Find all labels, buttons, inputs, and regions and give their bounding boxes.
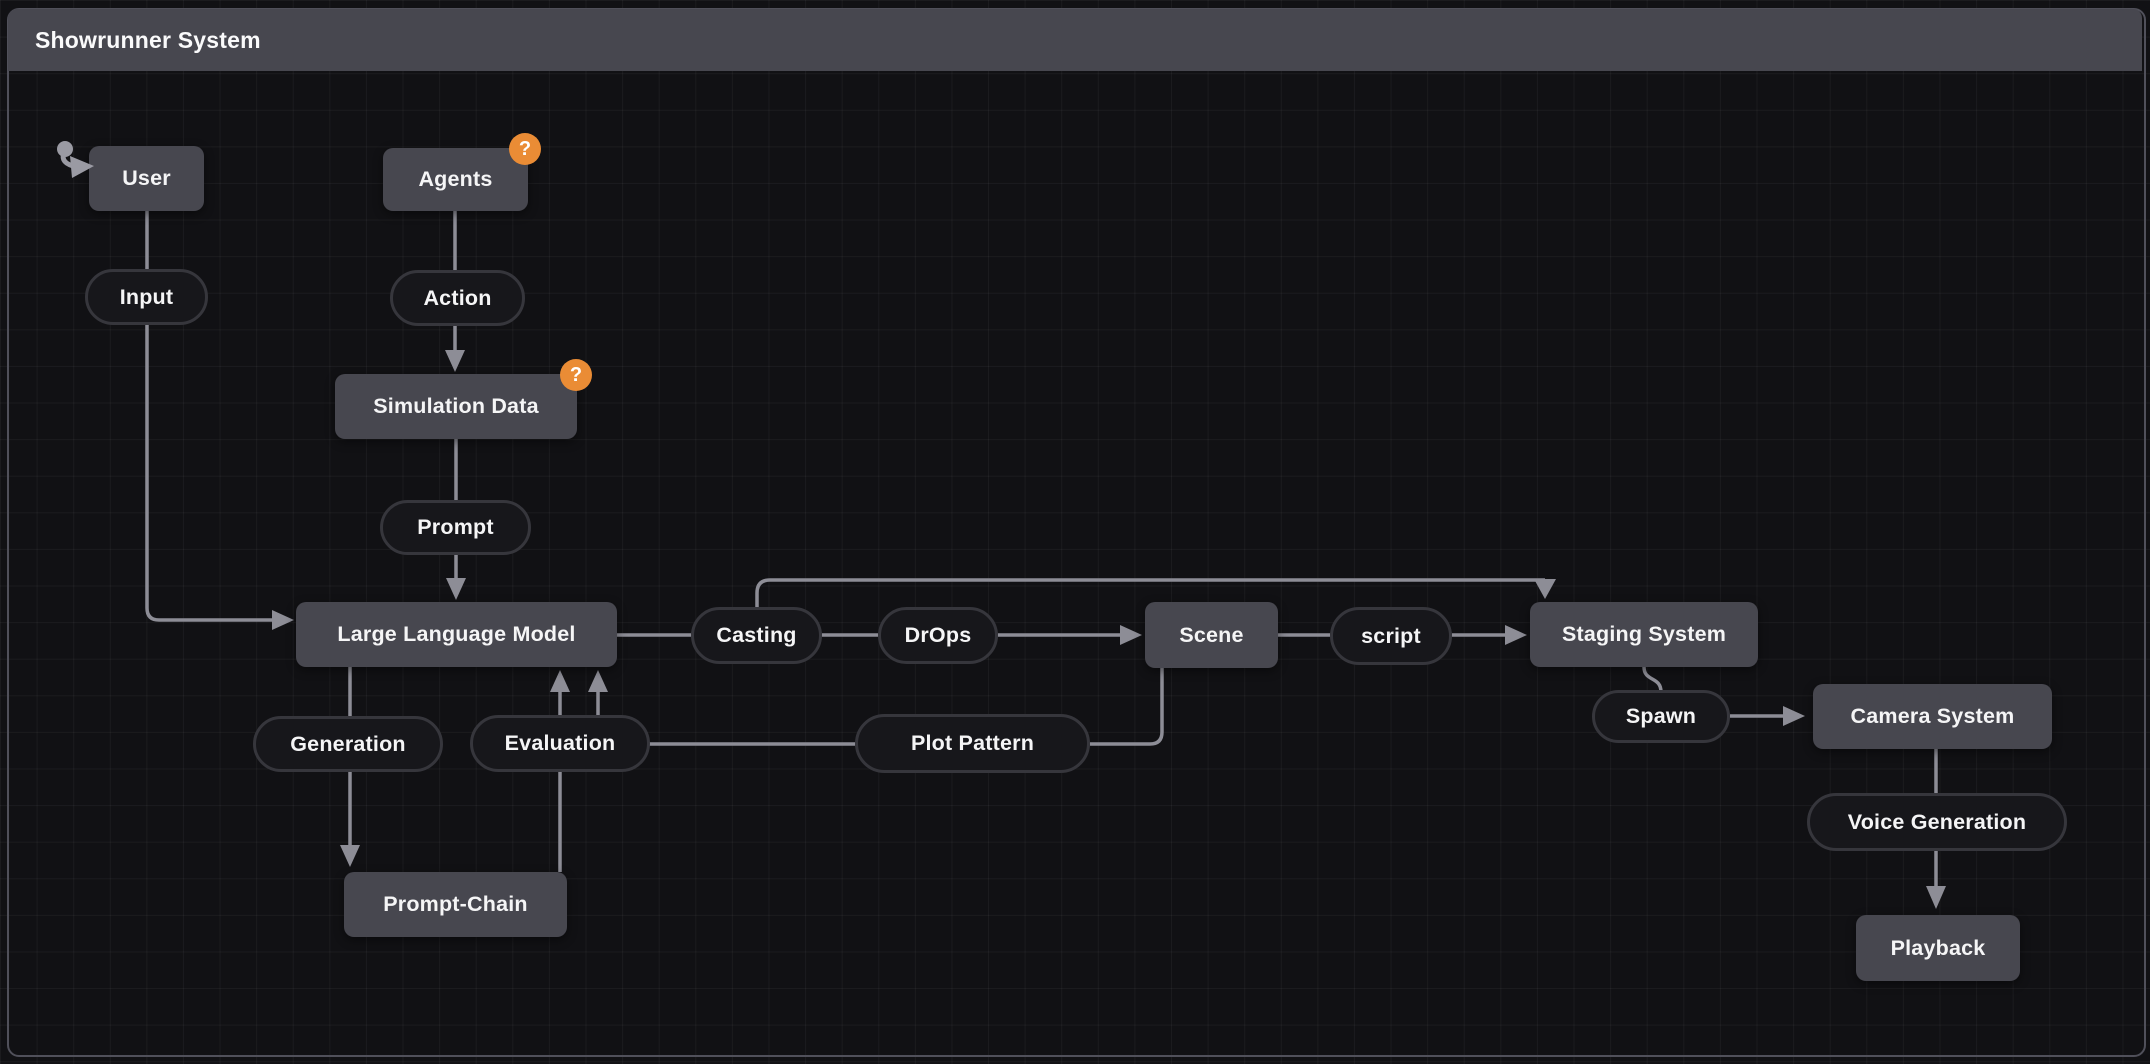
edge-label-evaluation[interactable]: Evaluation	[470, 715, 650, 772]
node-staging-system[interactable]: Staging System	[1530, 602, 1758, 667]
edges-layer	[145, 211, 1946, 909]
node-scene[interactable]: Scene	[1145, 602, 1278, 668]
edge-label-plot-pattern[interactable]: Plot Pattern	[855, 714, 1090, 773]
edge-label-prompt[interactable]: Prompt	[380, 500, 531, 555]
edge-label-input[interactable]: Input	[85, 269, 208, 325]
edge-label-drops[interactable]: DrOps	[878, 607, 998, 664]
node-agents[interactable]: Agents	[383, 148, 528, 211]
pointer-click-icon	[57, 141, 94, 178]
edge-label-casting[interactable]: Casting	[691, 607, 822, 664]
node-prompt-chain[interactable]: Prompt-Chain	[344, 872, 567, 937]
simulation-data-help-badge[interactable]: ?	[560, 359, 592, 391]
node-user[interactable]: User	[89, 146, 204, 211]
node-camera-system[interactable]: Camera System	[1813, 684, 2052, 749]
edge-label-generation[interactable]: Generation	[253, 716, 443, 772]
node-playback[interactable]: Playback	[1856, 915, 2020, 981]
edge-label-script[interactable]: script	[1330, 607, 1452, 665]
node-large-language-model[interactable]: Large Language Model	[296, 602, 617, 667]
edge-label-action[interactable]: Action	[390, 270, 525, 326]
edge-label-spawn[interactable]: Spawn	[1592, 690, 1730, 743]
agents-help-badge[interactable]: ?	[509, 133, 541, 165]
node-simulation-data[interactable]: Simulation Data	[335, 374, 577, 439]
edge-label-voice-generation[interactable]: Voice Generation	[1807, 793, 2067, 851]
